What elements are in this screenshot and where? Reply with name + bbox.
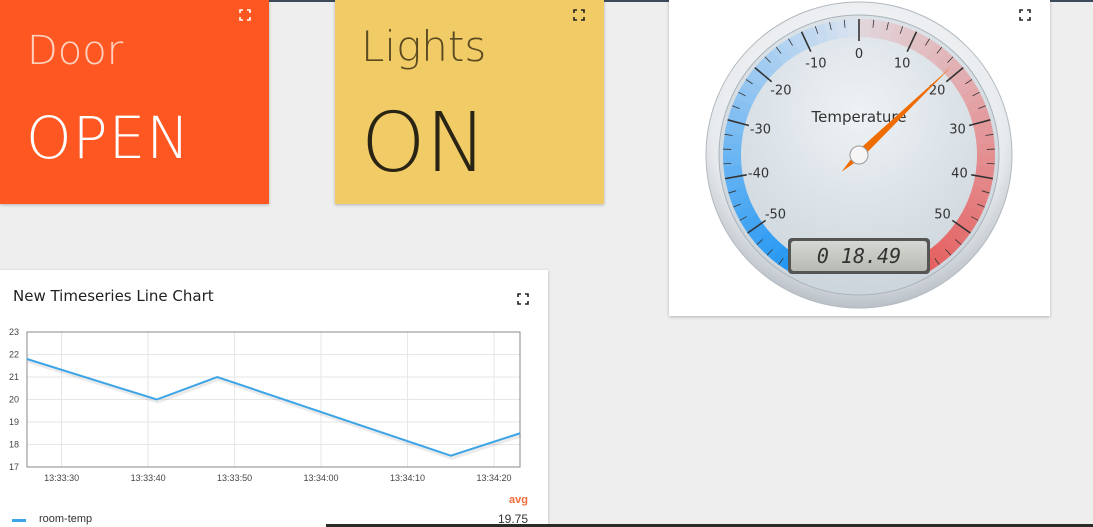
lights-title: Lights [361,22,487,71]
fullscreen-icon[interactable] [1019,9,1031,21]
gauge-tick-label: 50 [934,208,951,223]
fullscreen-icon[interactable] [239,9,251,21]
door-widget: Door OPEN [0,0,269,204]
gauge-tick-label: -40 [748,167,769,182]
legend-series-name: room-temp [39,513,93,525]
gauge-minor-tick [723,162,732,165]
gauge-tick-label: 40 [951,167,968,182]
x-tick-label: 13:34:00 [304,473,339,483]
y-tick-label: 23 [9,327,19,337]
y-tick-label: 21 [9,372,19,382]
gauge-band-segment [723,154,742,167]
gauge-tick-label: 30 [949,123,966,138]
gauge-minor-tick [986,162,995,165]
x-tick-label: 13:33:40 [131,473,166,483]
lights-value: ON [361,96,487,191]
y-tick-label: 22 [9,350,19,360]
gauge-tick-label: -20 [770,83,791,98]
series-line-room-temp [26,358,521,457]
gauge-tick-label: -10 [805,57,826,72]
x-tick-label: 13:34:20 [477,473,512,483]
lights-widget: Lights ON [335,0,604,204]
line-chart: 17 18 19 20 21 22 23 13:33:30 13:33:40 13:33:50 13… [9,327,522,483]
legend-swatch [12,519,26,522]
legend-avg-header: avg [509,494,528,506]
gauge-tick-label: -30 [750,123,771,138]
x-tick-label: 13:33:30 [44,473,79,483]
door-value: OPEN [26,104,191,172]
x-tick-label: 13:34:10 [390,473,425,483]
timeseries-chart-widget: New Timeseries Line Chart 17 18 19 20 21 22 23… [0,270,548,527]
gauge-tick-label: 0 [855,47,863,62]
gauge-band-segment [847,19,860,38]
y-tick-label: 20 [9,395,19,405]
gauge-dial: -60-50-40-30-20-100102030405060 Temperat… [705,1,1013,309]
y-tick-label: 19 [9,417,19,427]
fullscreen-icon[interactable] [573,9,585,21]
door-title: Door [27,28,124,74]
series-line-shadow [27,359,522,460]
gauge-tick-label: -50 [765,208,786,223]
y-tick-label: 17 [9,462,19,472]
temperature-gauge-widget: -60-50-40-30-20-100102030405060 Temperat… [669,0,1050,316]
x-tick-label: 13:33:50 [217,473,252,483]
gauge-tick-label: 10 [894,57,911,72]
y-tick-label: 18 [9,440,19,450]
gauge-needle-hub [849,145,869,165]
gauge-readout: 0 18.49 [817,244,901,268]
